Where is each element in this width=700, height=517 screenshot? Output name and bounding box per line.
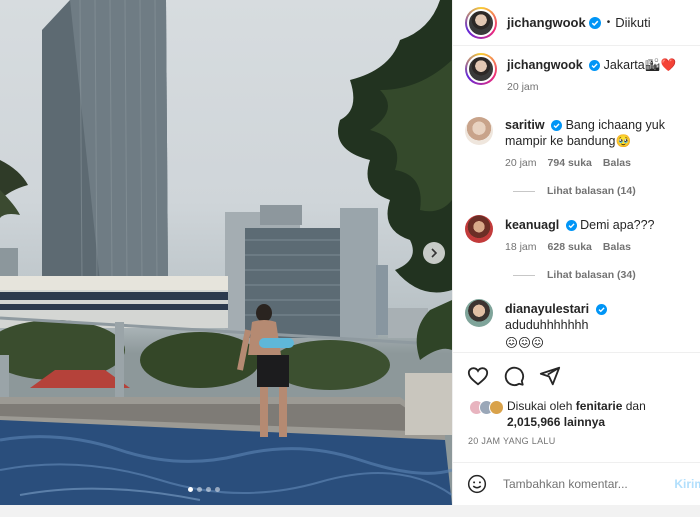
- post-header: jichangwook • Diikuti: [453, 0, 700, 46]
- carousel-dot: [188, 487, 193, 492]
- view-replies-button[interactable]: Lihat balasan (34): [513, 269, 700, 281]
- liked-by-user[interactable]: fenitarie: [576, 399, 623, 413]
- instagram-post-modal: jichangwook • Diikuti jichangwook Jakart…: [0, 0, 700, 517]
- post-time-ago[interactable]: 20 JAM YANG LALU: [468, 436, 556, 446]
- reply-button[interactable]: Balas: [603, 239, 631, 255]
- verified-badge-icon: [589, 60, 601, 71]
- caption-time: 20 jam: [507, 81, 539, 93]
- view-replies-label: Lihat balasan (14): [547, 185, 636, 197]
- comment-username[interactable]: keanuagl: [505, 218, 559, 232]
- post-details-panel: jichangwook • Diikuti jichangwook Jakart…: [452, 0, 700, 505]
- verified-badge-icon: [565, 220, 577, 231]
- comment-likes[interactable]: 628 suka: [548, 239, 592, 255]
- post-comment-button[interactable]: Kirim: [674, 477, 700, 491]
- liked-prefix: Disukai oleh: [507, 399, 573, 413]
- chevron-right-icon: [431, 248, 438, 258]
- comment-time: 18 jam: [505, 241, 537, 253]
- caption: jichangwook Jakarta🏙❤️ 20 jam: [453, 53, 700, 95]
- caption-text: Jakarta🏙❤️: [603, 58, 677, 72]
- liked-by-avatars: [469, 400, 504, 415]
- comment-emoji: 😖😖😖: [505, 336, 545, 350]
- reply-button[interactable]: Balas: [603, 155, 631, 171]
- author-avatar[interactable]: [465, 6, 497, 39]
- comment-bubble-icon[interactable]: [503, 365, 525, 387]
- comment-likes[interactable]: 794 suka: [548, 155, 592, 171]
- comment-input[interactable]: [503, 477, 683, 491]
- comment-username[interactable]: dianayulestari: [505, 302, 589, 316]
- heart-icon[interactable]: [467, 365, 489, 387]
- comment-text: Demi apa???: [580, 218, 655, 232]
- caption-username[interactable]: jichangwook: [507, 58, 583, 72]
- commenter-avatar[interactable]: [465, 215, 493, 243]
- comment-text: aduduhhhhhhh: [505, 318, 589, 332]
- smiley-icon[interactable]: [467, 474, 487, 494]
- commenter-avatar[interactable]: [465, 117, 493, 145]
- carousel-next-button[interactable]: [423, 242, 445, 264]
- likes-suffix[interactable]: lainnya: [564, 415, 605, 429]
- liked-connector: dan: [625, 399, 646, 413]
- verified-badge-icon: [588, 16, 601, 29]
- comments-list[interactable]: jichangwook Jakarta🏙❤️ 20 jam saritiw Ba…: [453, 53, 700, 353]
- liked-by[interactable]: Disukai oleh fenitarie dan 2,015,966 lai…: [469, 398, 646, 430]
- verified-badge-icon: [551, 120, 563, 131]
- view-replies-button[interactable]: Lihat balasan (14): [513, 185, 700, 197]
- add-comment-bar: Kirim: [453, 462, 700, 505]
- carousel-dot: [215, 487, 220, 492]
- commenter-avatar[interactable]: [465, 299, 493, 327]
- comment-item: keanuagl Demi apa??? 18 jam 628 suka Bal…: [453, 215, 700, 281]
- view-replies-label: Lihat balasan (34): [547, 269, 636, 281]
- verified-badge-icon: [595, 304, 607, 315]
- comment-item: saritiw Bang ichaang yuk mampir ke bandu…: [453, 117, 700, 197]
- photo-scene: [0, 0, 452, 505]
- page-bottom-strip: [0, 505, 700, 517]
- comment-username[interactable]: saritiw: [505, 118, 545, 132]
- following-button[interactable]: Diikuti: [615, 15, 650, 30]
- comment-time: 20 jam: [505, 157, 537, 169]
- post-photo[interactable]: [0, 0, 452, 505]
- paper-plane-icon[interactable]: [539, 365, 561, 387]
- carousel-dot: [197, 487, 202, 492]
- likes-count[interactable]: 2,015,966: [507, 415, 560, 429]
- caption-meta: 20 jam: [507, 79, 676, 95]
- post-actions: [453, 352, 700, 387]
- carousel-dots: [188, 487, 220, 492]
- header-separator: •: [606, 17, 611, 28]
- author-username[interactable]: jichangwook: [507, 15, 586, 30]
- carousel-dot: [206, 487, 211, 492]
- caption-author-avatar[interactable]: [465, 53, 497, 85]
- comment-item: dianayulestari aduduhhhhhhh 😖😖😖: [453, 299, 700, 351]
